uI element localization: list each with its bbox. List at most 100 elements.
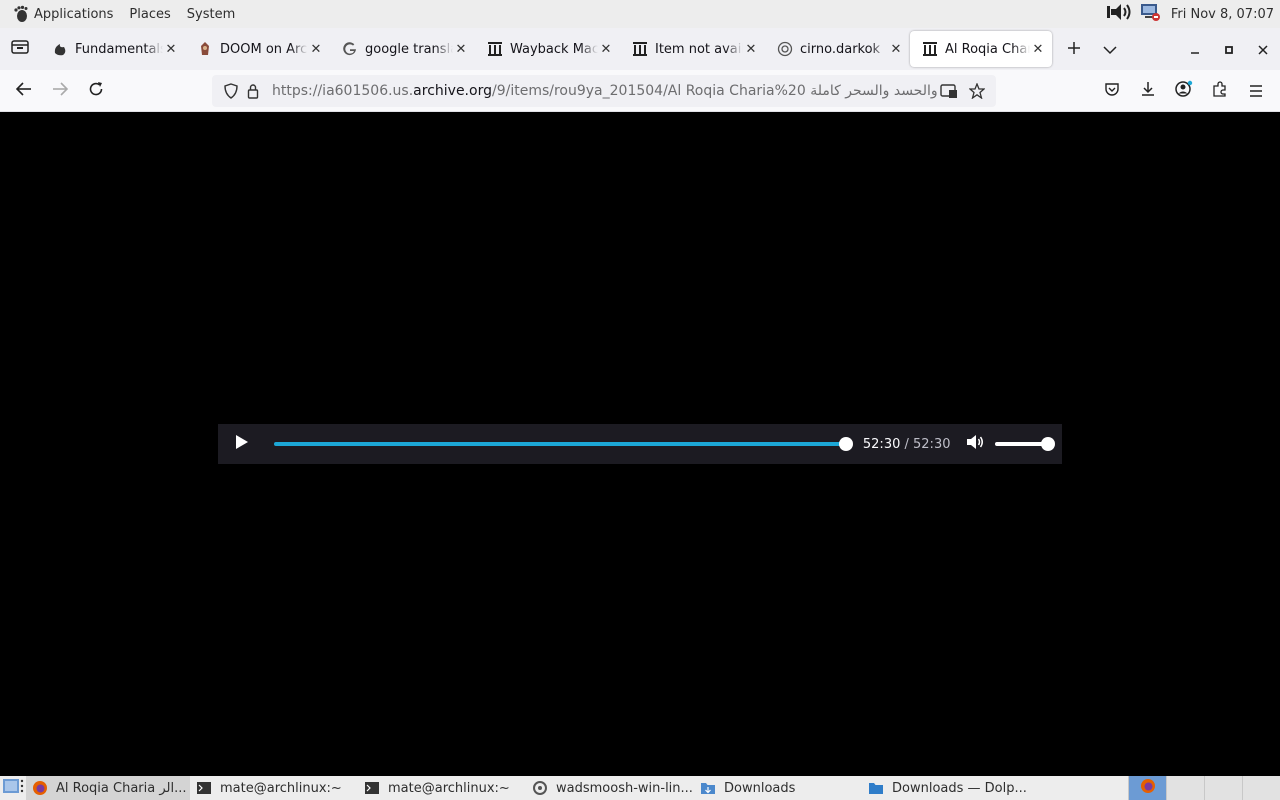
- tab-google-translate[interactable]: google translate ✕: [330, 31, 475, 67]
- gnome-foot-icon: [12, 5, 30, 23]
- network-tray-icon[interactable]: [1139, 2, 1161, 26]
- close-icon: [1258, 40, 1268, 59]
- close-icon[interactable]: ✕: [1030, 41, 1046, 57]
- archive-icon: [487, 41, 503, 57]
- hamburger-icon: [1249, 82, 1263, 101]
- pocket-button[interactable]: [1094, 73, 1130, 109]
- translate-page-icon[interactable]: [938, 80, 960, 102]
- taskbar-item-terminal-2[interactable]: mate@archlinux:~: [358, 776, 526, 800]
- tab-title: Item not available: [655, 41, 743, 57]
- url-text[interactable]: https://ia601506.us.archive.org/9/items/…: [272, 83, 938, 99]
- workspace-switcher: [1128, 776, 1280, 800]
- maximize-icon: [1224, 40, 1234, 59]
- account-button[interactable]: [1166, 73, 1202, 109]
- terminal-icon: [196, 780, 212, 796]
- reload-button[interactable]: [78, 75, 114, 107]
- tab-cirno[interactable]: cirno.darkok ✕: [765, 31, 910, 67]
- tab-title: google translate: [365, 41, 453, 57]
- back-arrow-icon: [15, 81, 32, 100]
- volume-thumb[interactable]: [1041, 437, 1055, 451]
- taskbar-label: mate@archlinux:~: [388, 780, 510, 796]
- firefox-icon: [1140, 778, 1156, 798]
- applications-menu[interactable]: Applications: [0, 0, 121, 28]
- url-path: /9/items/rou9ya_201504/Al Roqia Charia%2…: [491, 83, 938, 99]
- tab-wayback-machine[interactable]: Wayback Machine ✕: [475, 31, 620, 67]
- tab-item-not-available[interactable]: Item not available ✕: [620, 31, 765, 67]
- places-label: Places: [129, 6, 171, 22]
- volume-tray-icon[interactable]: [1106, 2, 1133, 26]
- lock-icon[interactable]: [242, 80, 264, 102]
- audio-player: 52:30 / 52:30: [218, 424, 1062, 464]
- forward-button[interactable]: [42, 75, 78, 107]
- app-menu-button[interactable]: [1238, 73, 1274, 109]
- mute-button[interactable]: [965, 434, 985, 454]
- terminal-icon: [364, 780, 380, 796]
- close-window-button[interactable]: [1246, 28, 1280, 70]
- tab-title: Wayback Machine: [510, 41, 598, 57]
- system-menu[interactable]: System: [179, 0, 243, 28]
- applications-label: Applications: [34, 6, 114, 22]
- account-icon: [1175, 80, 1193, 102]
- list-all-tabs-button[interactable]: [1092, 31, 1128, 67]
- taskbar: Al Roqia Charia الر... mate@archlinux:~ …: [0, 776, 1280, 800]
- close-icon[interactable]: ✕: [163, 41, 179, 57]
- close-icon[interactable]: ✕: [743, 41, 759, 57]
- back-button[interactable]: [6, 75, 42, 107]
- tab-al-roqia-charia[interactable]: Al Roqia Charia ✕: [910, 31, 1052, 67]
- taskbar-item-terminal-1[interactable]: mate@archlinux:~: [190, 776, 358, 800]
- speaker-icon: [966, 434, 984, 454]
- chevron-down-icon: [1103, 40, 1117, 59]
- download-icon: [1140, 81, 1156, 101]
- workspace-4[interactable]: [1242, 776, 1280, 800]
- toolbar-right: [1094, 70, 1274, 112]
- window-controls: [1178, 28, 1280, 70]
- show-desktop-button[interactable]: [0, 776, 26, 800]
- folder-icon: [868, 780, 884, 796]
- system-label: System: [186, 6, 236, 22]
- workspace-3[interactable]: [1204, 776, 1242, 800]
- clock[interactable]: Fri Nov 8, 07:07: [1171, 7, 1274, 22]
- firefox-view-button[interactable]: [0, 28, 40, 70]
- duration: 52:30: [913, 436, 951, 452]
- google-icon: [342, 41, 358, 57]
- taskbar-label: wadsmoosh-win-lin...: [556, 780, 693, 796]
- top-panel: Applications Places System Fri Nov 8, 07…: [0, 0, 1280, 28]
- tab-doom[interactable]: DOOM on Arch ✕: [185, 31, 330, 67]
- volume-slider[interactable]: [995, 437, 1055, 451]
- url-prefix: https://ia601506.us.: [272, 83, 414, 99]
- play-button[interactable]: [232, 434, 252, 454]
- minimize-button[interactable]: [1178, 28, 1212, 70]
- seek-slider[interactable]: [273, 437, 853, 451]
- shield-icon[interactable]: [220, 80, 242, 102]
- globe-icon: [777, 41, 793, 57]
- extensions-button[interactable]: [1202, 73, 1238, 109]
- pocket-icon: [1104, 81, 1120, 101]
- url-bar[interactable]: https://ia601506.us.archive.org/9/items/…: [212, 75, 996, 107]
- seek-thumb[interactable]: [838, 437, 853, 451]
- close-icon[interactable]: ✕: [308, 41, 324, 57]
- close-icon[interactable]: ✕: [598, 41, 614, 57]
- close-icon[interactable]: ✕: [453, 41, 469, 57]
- firefox-view-icon: [11, 39, 29, 59]
- new-tab-button[interactable]: [1056, 31, 1092, 67]
- taskbar-item-downloads[interactable]: Downloads: [694, 776, 862, 800]
- downloads-button[interactable]: [1130, 73, 1166, 109]
- taskbar-item-firefox[interactable]: Al Roqia Charia الر...: [26, 776, 190, 800]
- taskbar-label: mate@archlinux:~: [220, 780, 342, 796]
- bookmark-star-icon[interactable]: [966, 80, 988, 102]
- taskbar-label: Downloads — Dolp...: [892, 780, 1027, 796]
- places-menu[interactable]: Places: [121, 0, 178, 28]
- reload-icon: [88, 81, 104, 101]
- taskbar-item-dolphin[interactable]: Downloads — Dolp...: [862, 776, 1030, 800]
- close-icon[interactable]: ✕: [888, 41, 904, 57]
- tab-fundamentals[interactable]: Fundamentals ✕: [40, 31, 185, 67]
- plus-icon: [1067, 40, 1081, 59]
- page-content: 52:30 / 52:30: [0, 112, 1280, 776]
- taskbar-item-wadsmoosh[interactable]: wadsmoosh-win-lin...: [526, 776, 694, 800]
- archive-icon: [632, 41, 648, 57]
- doom-icon: [197, 41, 213, 57]
- workspace-2[interactable]: [1166, 776, 1204, 800]
- maximize-button[interactable]: [1212, 28, 1246, 70]
- time-display: 52:30 / 52:30: [863, 437, 951, 452]
- workspace-1[interactable]: [1128, 776, 1166, 800]
